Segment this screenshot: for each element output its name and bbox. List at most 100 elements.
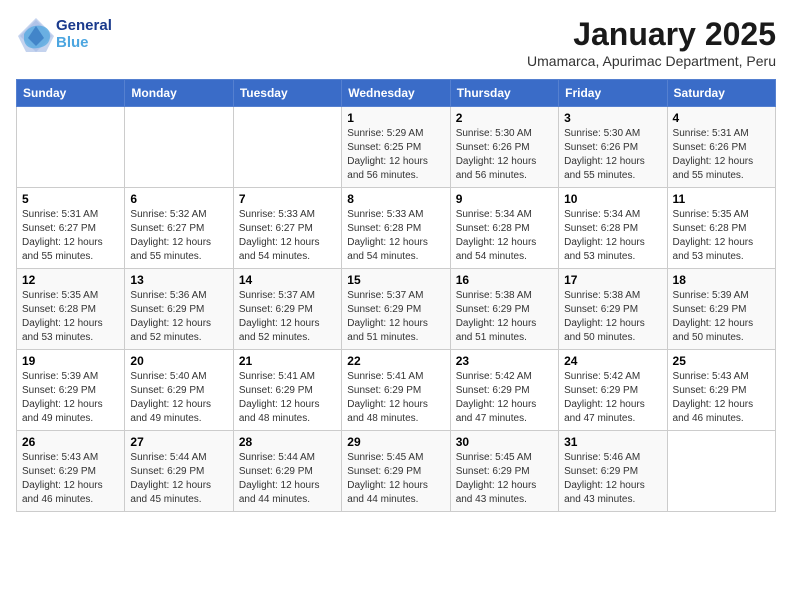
logo-icon (16, 16, 52, 52)
page-header: General Blue January 2025 Umamarca, Apur… (16, 16, 776, 69)
calendar-cell: 8Sunrise: 5:33 AM Sunset: 6:28 PM Daylig… (342, 188, 450, 269)
day-number: 9 (456, 192, 553, 206)
title-block: January 2025 Umamarca, Apurimac Departme… (527, 16, 776, 69)
calendar-cell: 22Sunrise: 5:41 AM Sunset: 6:29 PM Dayli… (342, 350, 450, 431)
calendar-header-monday: Monday (125, 80, 233, 107)
day-detail: Sunrise: 5:45 AM Sunset: 6:29 PM Dayligh… (456, 451, 553, 507)
calendar-cell: 13 Sunrise: 5:36 AM Sunset: 6:29 PM Dayli… (125, 269, 233, 350)
calendar-cell: 14 Sunrise: 5:37 AM Sunset: 6:29 PM Dayli… (233, 269, 341, 350)
day-detail: Sunrise: 5:31 AM Sunset: 6:27 PM Dayligh… (22, 208, 119, 264)
day-number: 10 (564, 192, 661, 206)
day-number: 29 (347, 435, 444, 449)
page-title: January 2025 (527, 16, 776, 53)
calendar-cell: 25 Sunrise: 5:43 AM Sunset: 6:29 PM Dayli… (667, 350, 775, 431)
calendar-cell: 10 Sunrise: 5:34 AM Sunset: 6:28 PM Dayli… (559, 188, 667, 269)
calendar-cell: 24Sunrise: 5:42 AM Sunset: 6:29 PM Dayli… (559, 350, 667, 431)
day-number: 18 (673, 273, 770, 287)
calendar-cell: 29 Sunrise: 5:45 AM Sunset: 6:29 PM Dayli… (342, 431, 450, 512)
calendar-cell: 9Sunrise: 5:34 AM Sunset: 6:28 PM Daylig… (450, 188, 558, 269)
calendar-cell: 2 Sunrise: 5:30 AM Sunset: 6:26 PM Daylig… (450, 107, 558, 188)
day-detail: Sunrise: 5:35 AM Sunset: 6:28 PM Dayligh… (673, 208, 770, 264)
calendar-cell: 4 Sunrise: 5:31 AM Sunset: 6:26 PM Daylig… (667, 107, 775, 188)
calendar-week-4: 19 Sunrise: 5:39 AM Sunset: 6:29 PM Dayli… (17, 350, 776, 431)
day-number: 23 (456, 354, 553, 368)
day-number: 14 (239, 273, 336, 287)
day-detail: Sunrise: 5:39 AM Sunset: 6:29 PM Dayligh… (22, 370, 119, 426)
calendar-cell: 23 Sunrise: 5:42 AM Sunset: 6:29 PM Dayli… (450, 350, 558, 431)
calendar-cell: 12Sunrise: 5:35 AM Sunset: 6:28 PM Dayli… (17, 269, 125, 350)
day-number: 13 (130, 273, 227, 287)
day-detail: Sunrise: 5:31 AM Sunset: 6:26 PM Dayligh… (673, 127, 770, 183)
day-detail: Sunrise: 5:43 AM Sunset: 6:29 PM Dayligh… (673, 370, 770, 426)
calendar-cell: 28 Sunrise: 5:44 AM Sunset: 6:29 PM Dayli… (233, 431, 341, 512)
day-number: 26 (22, 435, 119, 449)
calendar-cell: 5 Sunrise: 5:31 AM Sunset: 6:27 PM Daylig… (17, 188, 125, 269)
day-number: 30 (456, 435, 553, 449)
day-number: 20 (130, 354, 227, 368)
day-number: 27 (130, 435, 227, 449)
calendar-cell: 15 Sunrise: 5:37 AM Sunset: 6:29 PM Dayli… (342, 269, 450, 350)
calendar-cell: 26 Sunrise: 5:43 AM Sunset: 6:29 PM Dayli… (17, 431, 125, 512)
day-number: 3 (564, 111, 661, 125)
calendar-week-3: 12Sunrise: 5:35 AM Sunset: 6:28 PM Dayli… (17, 269, 776, 350)
day-detail: Sunrise: 5:43 AM Sunset: 6:29 PM Dayligh… (22, 451, 119, 507)
day-detail: Sunrise: 5:38 AM Sunset: 6:29 PM Dayligh… (456, 289, 553, 345)
day-detail: Sunrise: 5:46 AM Sunset: 6:29 PM Dayligh… (564, 451, 661, 507)
day-detail: Sunrise: 5:36 AM Sunset: 6:29 PM Dayligh… (130, 289, 227, 345)
day-number: 4 (673, 111, 770, 125)
day-number: 8 (347, 192, 444, 206)
calendar-week-5: 26 Sunrise: 5:43 AM Sunset: 6:29 PM Dayli… (17, 431, 776, 512)
calendar-header-wednesday: Wednesday (342, 80, 450, 107)
calendar-cell: 16Sunrise: 5:38 AM Sunset: 6:29 PM Dayli… (450, 269, 558, 350)
day-detail: Sunrise: 5:45 AM Sunset: 6:29 PM Dayligh… (347, 451, 444, 507)
day-number: 22 (347, 354, 444, 368)
calendar-cell: 17Sunrise: 5:38 AM Sunset: 6:29 PM Dayli… (559, 269, 667, 350)
calendar-cell: 3 Sunrise: 5:30 AM Sunset: 6:26 PM Daylig… (559, 107, 667, 188)
day-number: 15 (347, 273, 444, 287)
day-detail: Sunrise: 5:38 AM Sunset: 6:29 PM Dayligh… (564, 289, 661, 345)
day-detail: Sunrise: 5:34 AM Sunset: 6:28 PM Dayligh… (564, 208, 661, 264)
day-number: 1 (347, 111, 444, 125)
calendar-cell: 19 Sunrise: 5:39 AM Sunset: 6:29 PM Dayli… (17, 350, 125, 431)
day-detail: Sunrise: 5:37 AM Sunset: 6:29 PM Dayligh… (347, 289, 444, 345)
day-number: 2 (456, 111, 553, 125)
day-number: 25 (673, 354, 770, 368)
calendar-cell (125, 107, 233, 188)
calendar-cell: 18 Sunrise: 5:39 AM Sunset: 6:29 PM Dayli… (667, 269, 775, 350)
calendar-header-tuesday: Tuesday (233, 80, 341, 107)
calendar-header-saturday: Saturday (667, 80, 775, 107)
day-detail: Sunrise: 5:32 AM Sunset: 6:27 PM Dayligh… (130, 208, 227, 264)
calendar-cell: 1Sunrise: 5:29 AM Sunset: 6:25 PM Daylig… (342, 107, 450, 188)
day-number: 28 (239, 435, 336, 449)
calendar-cell: 31Sunrise: 5:46 AM Sunset: 6:29 PM Dayli… (559, 431, 667, 512)
day-number: 11 (673, 192, 770, 206)
day-number: 12 (22, 273, 119, 287)
day-detail: Sunrise: 5:33 AM Sunset: 6:27 PM Dayligh… (239, 208, 336, 264)
day-detail: Sunrise: 5:30 AM Sunset: 6:26 PM Dayligh… (564, 127, 661, 183)
calendar-header-sunday: Sunday (17, 80, 125, 107)
calendar-cell: 7 Sunrise: 5:33 AM Sunset: 6:27 PM Daylig… (233, 188, 341, 269)
calendar-cell (17, 107, 125, 188)
day-number: 5 (22, 192, 119, 206)
day-detail: Sunrise: 5:44 AM Sunset: 6:29 PM Dayligh… (239, 451, 336, 507)
page-subtitle: Umamarca, Apurimac Department, Peru (527, 53, 776, 69)
calendar-week-2: 5 Sunrise: 5:31 AM Sunset: 6:27 PM Daylig… (17, 188, 776, 269)
calendar-body: 1Sunrise: 5:29 AM Sunset: 6:25 PM Daylig… (17, 107, 776, 512)
day-detail: Sunrise: 5:30 AM Sunset: 6:26 PM Dayligh… (456, 127, 553, 183)
day-detail: Sunrise: 5:39 AM Sunset: 6:29 PM Dayligh… (673, 289, 770, 345)
calendar-week-1: 1Sunrise: 5:29 AM Sunset: 6:25 PM Daylig… (17, 107, 776, 188)
day-number: 19 (22, 354, 119, 368)
logo: General Blue (16, 16, 112, 52)
day-detail: Sunrise: 5:42 AM Sunset: 6:29 PM Dayligh… (564, 370, 661, 426)
day-detail: Sunrise: 5:42 AM Sunset: 6:29 PM Dayligh… (456, 370, 553, 426)
calendar-cell: 30 Sunrise: 5:45 AM Sunset: 6:29 PM Dayli… (450, 431, 558, 512)
day-detail: Sunrise: 5:44 AM Sunset: 6:29 PM Dayligh… (130, 451, 227, 507)
day-detail: Sunrise: 5:40 AM Sunset: 6:29 PM Dayligh… (130, 370, 227, 426)
calendar-header-thursday: Thursday (450, 80, 558, 107)
day-detail: Sunrise: 5:37 AM Sunset: 6:29 PM Dayligh… (239, 289, 336, 345)
day-detail: Sunrise: 5:41 AM Sunset: 6:29 PM Dayligh… (239, 370, 336, 426)
calendar-header-friday: Friday (559, 80, 667, 107)
calendar-header-row: SundayMondayTuesdayWednesdayThursdayFrid… (17, 80, 776, 107)
day-number: 7 (239, 192, 336, 206)
calendar-cell (233, 107, 341, 188)
